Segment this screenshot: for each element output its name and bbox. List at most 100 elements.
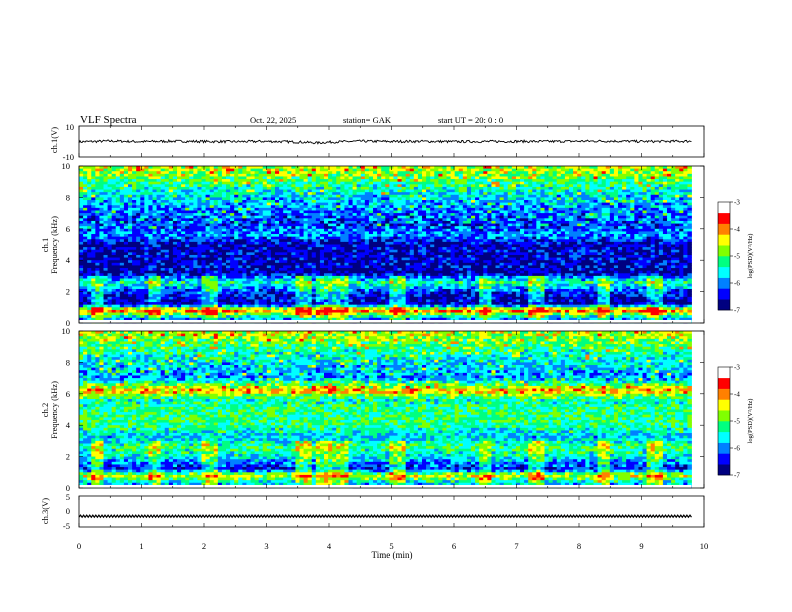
spectrogram-cell bbox=[107, 197, 113, 201]
spectrogram-cell bbox=[177, 186, 182, 190]
spectrogram-cell bbox=[275, 241, 280, 245]
spectrogram-cell bbox=[548, 218, 554, 222]
spectrogram-cell bbox=[311, 192, 317, 196]
spectrogram-cell bbox=[597, 205, 603, 209]
spectrogram-cell bbox=[393, 200, 398, 204]
spectrogram-cell bbox=[287, 168, 292, 172]
spectrogram-cell bbox=[642, 231, 647, 235]
spectrogram-cell bbox=[193, 186, 198, 190]
spectrogram-cell bbox=[622, 220, 627, 224]
spectrogram-cell bbox=[564, 181, 570, 185]
spectrogram-cell bbox=[95, 234, 100, 238]
spectrogram-cell bbox=[552, 171, 558, 175]
spectrogram-cell bbox=[507, 215, 513, 219]
spectrogram-cell bbox=[111, 241, 117, 245]
spectrogram-cell bbox=[675, 210, 680, 214]
spectrogram-cell bbox=[597, 213, 603, 217]
spectrogram-cell bbox=[658, 179, 664, 183]
spectrogram-cell bbox=[479, 236, 484, 240]
spectrogram-cell bbox=[164, 234, 170, 238]
spectrogram-cell bbox=[377, 236, 382, 240]
spectrogram-cell bbox=[683, 176, 688, 180]
spectrogram-cell bbox=[430, 234, 435, 238]
spectrogram-cell bbox=[279, 186, 284, 190]
spectrogram-cell bbox=[564, 234, 570, 238]
spectrogram-cell bbox=[140, 213, 145, 217]
spectrogram-cell bbox=[234, 223, 239, 227]
spectrogram-cell bbox=[177, 194, 182, 198]
spectrogram-cell bbox=[107, 184, 113, 188]
spectrogram-cell bbox=[193, 218, 198, 222]
spectrogram-cell bbox=[140, 192, 145, 196]
spectrogram-cell bbox=[495, 189, 500, 193]
spectrogram-cell bbox=[466, 247, 472, 251]
spectrogram-cell bbox=[201, 173, 206, 177]
spectrogram-cell bbox=[393, 223, 398, 227]
spectrogram-cell bbox=[458, 186, 464, 190]
spectrogram-cell bbox=[618, 226, 623, 230]
spectrogram-cell bbox=[352, 249, 358, 253]
spectrogram-cell bbox=[303, 200, 309, 204]
spectrogram-cell bbox=[332, 205, 337, 209]
spectrogram-cell bbox=[364, 215, 370, 219]
spectrogram-cell bbox=[295, 205, 300, 209]
spectrogram-cell bbox=[442, 244, 447, 248]
spectrogram-cell bbox=[234, 181, 239, 185]
spectrogram-cell bbox=[593, 218, 598, 222]
spectrogram-cell bbox=[336, 179, 341, 183]
spectrogram-cell bbox=[687, 194, 692, 198]
spectrogram-cell bbox=[491, 220, 496, 224]
spectrogram-cell bbox=[479, 218, 484, 222]
spectrogram-cell bbox=[593, 168, 598, 172]
spectrogram-cell bbox=[221, 176, 227, 180]
spectrogram-cell bbox=[556, 236, 562, 240]
spectrogram-cell bbox=[605, 244, 611, 248]
spectrogram-cell bbox=[332, 213, 337, 217]
spectrogram-cell bbox=[177, 241, 182, 245]
spectrogram-cell bbox=[238, 184, 243, 188]
spectrogram-cell bbox=[650, 192, 656, 196]
spectrogram-cell bbox=[487, 192, 492, 196]
spectrogram-cell bbox=[638, 197, 643, 201]
spectrogram-cell bbox=[250, 220, 255, 224]
spectrogram-cell bbox=[99, 205, 104, 209]
spectrogram-cell bbox=[209, 234, 215, 238]
spectrogram-cell bbox=[242, 215, 247, 219]
spectrogram-cell bbox=[336, 200, 341, 204]
spectrogram-cell bbox=[319, 200, 325, 204]
spectrogram-cell bbox=[679, 239, 684, 243]
spectrogram-cell bbox=[409, 220, 415, 224]
spectrogram-cell bbox=[246, 218, 251, 222]
spectrogram-cell bbox=[401, 218, 407, 222]
spectrogram-cell bbox=[528, 192, 533, 196]
spectrogram-cell bbox=[430, 181, 435, 185]
spectrogram-cell bbox=[189, 171, 194, 175]
spectrogram-cell bbox=[79, 184, 84, 188]
spectrogram-cell bbox=[654, 186, 660, 190]
spectrogram-cell bbox=[634, 197, 639, 201]
spectrogram-cell bbox=[258, 228, 264, 232]
spectrogram-cell bbox=[160, 200, 166, 204]
spectrogram-cell bbox=[144, 249, 149, 253]
spectrogram-cell bbox=[119, 210, 125, 214]
spectrogram-cell bbox=[242, 189, 247, 193]
spectrogram-cell bbox=[189, 213, 194, 217]
spectrogram-cell bbox=[573, 192, 578, 196]
spectrogram-cell bbox=[417, 220, 423, 224]
spectrogram-cell bbox=[442, 200, 447, 204]
spectrogram-cell bbox=[430, 228, 435, 232]
spectrogram-cell bbox=[638, 220, 643, 224]
spectrogram-cell bbox=[422, 215, 427, 219]
spectrogram-cell bbox=[115, 252, 121, 256]
spectrogram-cell bbox=[140, 210, 145, 214]
spectrogram-cell bbox=[405, 186, 411, 190]
spectrogram-cell bbox=[385, 218, 390, 222]
spectrogram-cell bbox=[368, 218, 374, 222]
spectrogram-cell bbox=[397, 228, 402, 232]
spectrogram-cell bbox=[275, 173, 280, 177]
spectrogram-cell bbox=[495, 186, 500, 190]
spectrogram-cell bbox=[385, 205, 390, 209]
spectrogram-cell bbox=[328, 197, 333, 201]
spectrogram-cell bbox=[442, 215, 447, 219]
spectrogram-cell bbox=[299, 210, 304, 214]
